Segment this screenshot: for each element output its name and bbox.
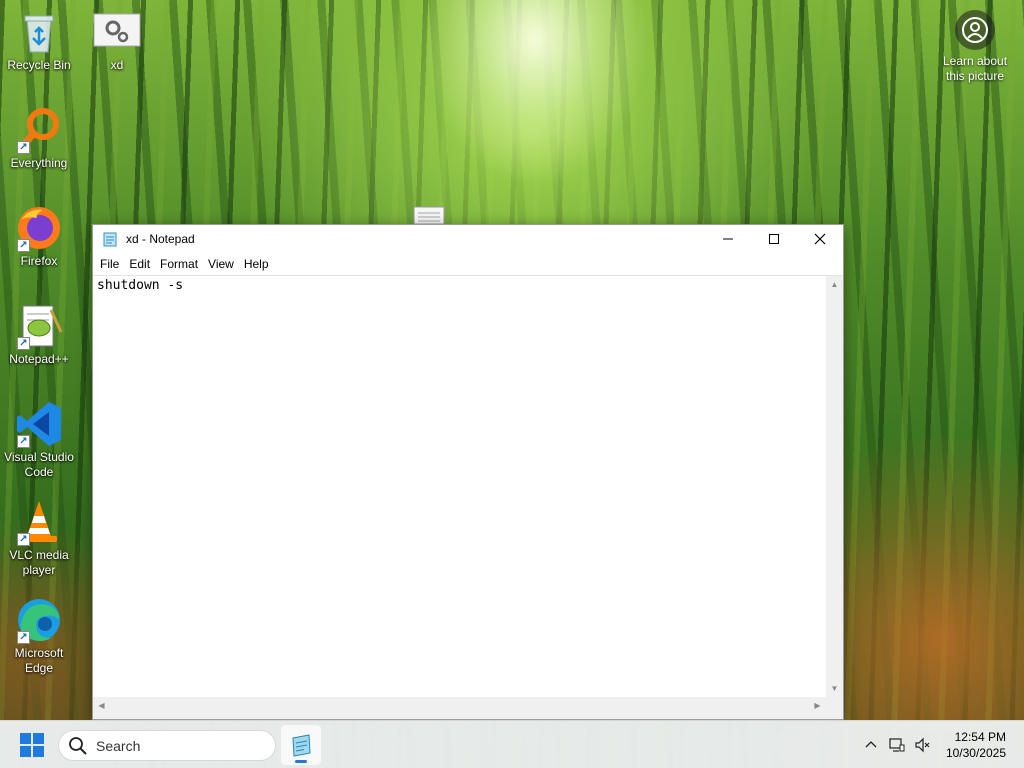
maximize-icon: [769, 234, 779, 244]
menu-file[interactable]: File: [95, 257, 124, 271]
shortcut-arrow-icon: ↗: [17, 435, 30, 448]
desktop-icon-edge[interactable]: ↗ Microsoft Edge: [1, 596, 77, 676]
horizontal-scrollbar[interactable]: ◀ ▶: [93, 697, 826, 714]
desktop-icon-xd[interactable]: xd: [79, 8, 155, 73]
windows-logo-icon: [20, 733, 31, 744]
scroll-right-icon[interactable]: ▶: [809, 697, 826, 714]
desktop-icon-label: Everything: [10, 156, 68, 170]
volume-muted-icon[interactable]: [910, 730, 936, 760]
vertical-scrollbar[interactable]: ▲ ▼: [826, 276, 843, 697]
desktop-icon-label: xd: [110, 58, 124, 72]
chevron-up-icon: [865, 741, 877, 748]
shortcut-arrow-icon: ↗: [17, 141, 30, 154]
shortcut-arrow-icon: ↗: [17, 337, 30, 350]
vlc-cone-icon: ↗: [15, 498, 63, 546]
active-app-indicator: [295, 760, 307, 763]
scroll-down-icon[interactable]: ▼: [826, 680, 843, 697]
menu-help[interactable]: Help: [239, 257, 274, 271]
everything-search-icon: ↗: [15, 106, 63, 154]
notepad-window: xd - Notepad File Edit Format View Help …: [92, 224, 844, 720]
title-bar[interactable]: xd - Notepad: [93, 225, 843, 253]
menu-bar: File Edit Format View Help: [93, 253, 843, 275]
taskbar-notepad-button[interactable]: [281, 725, 321, 765]
desktop-icon-label: Recycle Bin: [7, 58, 71, 72]
search-icon: [69, 736, 87, 755]
desktop-icon-label: Visual Studio Code: [4, 450, 74, 479]
notepad-icon: [292, 734, 311, 757]
close-button[interactable]: [797, 225, 843, 253]
scroll-left-icon[interactable]: ◀: [93, 697, 110, 714]
scrollbar-corner: [826, 697, 843, 714]
window-title: xd - Notepad: [126, 232, 195, 246]
text-editor[interactable]: shutdown -s: [93, 276, 826, 697]
start-button[interactable]: [20, 733, 44, 757]
learn-about-picture-label: Learn about this picture: [942, 54, 1008, 83]
desktop-icon-recycle-bin[interactable]: Recycle Bin: [1, 8, 77, 73]
camera-location-icon: [955, 10, 995, 50]
system-tray: 12:54 PM 10/30/2025: [858, 721, 1024, 768]
desktop-icon-label: Firefox: [20, 254, 58, 268]
vscode-icon: ↗: [15, 400, 63, 448]
taskbar-search-box[interactable]: Search: [58, 730, 276, 761]
firefox-icon: ↗: [15, 204, 63, 252]
clock-time: 12:54 PM: [954, 730, 1006, 744]
desktop-icon-notepad-plus-plus[interactable]: ↗ Notepad++: [1, 302, 77, 367]
settings-file-icon: [93, 8, 141, 56]
desktop-icon-everything[interactable]: ↗ Everything: [1, 106, 77, 171]
close-icon: [814, 233, 826, 245]
clock[interactable]: 12:54 PM 10/30/2025: [936, 729, 1024, 761]
recycle-bin-icon: [15, 8, 63, 56]
search-placeholder: Search: [96, 737, 141, 754]
learn-about-picture[interactable]: Learn about this picture: [934, 10, 1016, 84]
desktop-icon-firefox[interactable]: ↗ Firefox: [1, 204, 77, 269]
menu-view[interactable]: View: [203, 257, 239, 271]
maximize-button[interactable]: [751, 225, 797, 253]
scroll-up-icon[interactable]: ▲: [826, 276, 843, 293]
shortcut-arrow-icon: ↗: [17, 631, 30, 644]
minimize-button[interactable]: [705, 225, 751, 253]
desktop-icon-label: Microsoft Edge: [14, 646, 64, 675]
shortcut-arrow-icon: ↗: [17, 533, 30, 546]
taskbar: Search 12:54 PM 10/30/2025: [0, 720, 1024, 768]
desktop-icon-vlc[interactable]: ↗ VLC media player: [1, 498, 77, 578]
notepad-plus-plus-icon: ↗: [15, 302, 63, 350]
menu-edit[interactable]: Edit: [124, 257, 155, 271]
network-icon[interactable]: [884, 730, 910, 760]
minimize-icon: [723, 238, 733, 240]
desktop-icon-label: Notepad++: [9, 352, 69, 366]
shortcut-arrow-icon: ↗: [17, 239, 30, 252]
desktop-icon-vscode[interactable]: ↗ Visual Studio Code: [1, 400, 77, 480]
editor-area: shutdown -s ▲ ▼ ◀ ▶: [93, 275, 843, 714]
show-hidden-icons-button[interactable]: [858, 730, 884, 760]
clock-date: 10/30/2025: [945, 746, 1006, 760]
dragged-file-icon: [413, 206, 445, 225]
menu-format[interactable]: Format: [155, 257, 203, 271]
edge-icon: ↗: [15, 596, 63, 644]
notepad-icon: [102, 231, 118, 247]
status-bar: [93, 714, 843, 719]
desktop-icon-label: VLC media player: [9, 548, 69, 577]
